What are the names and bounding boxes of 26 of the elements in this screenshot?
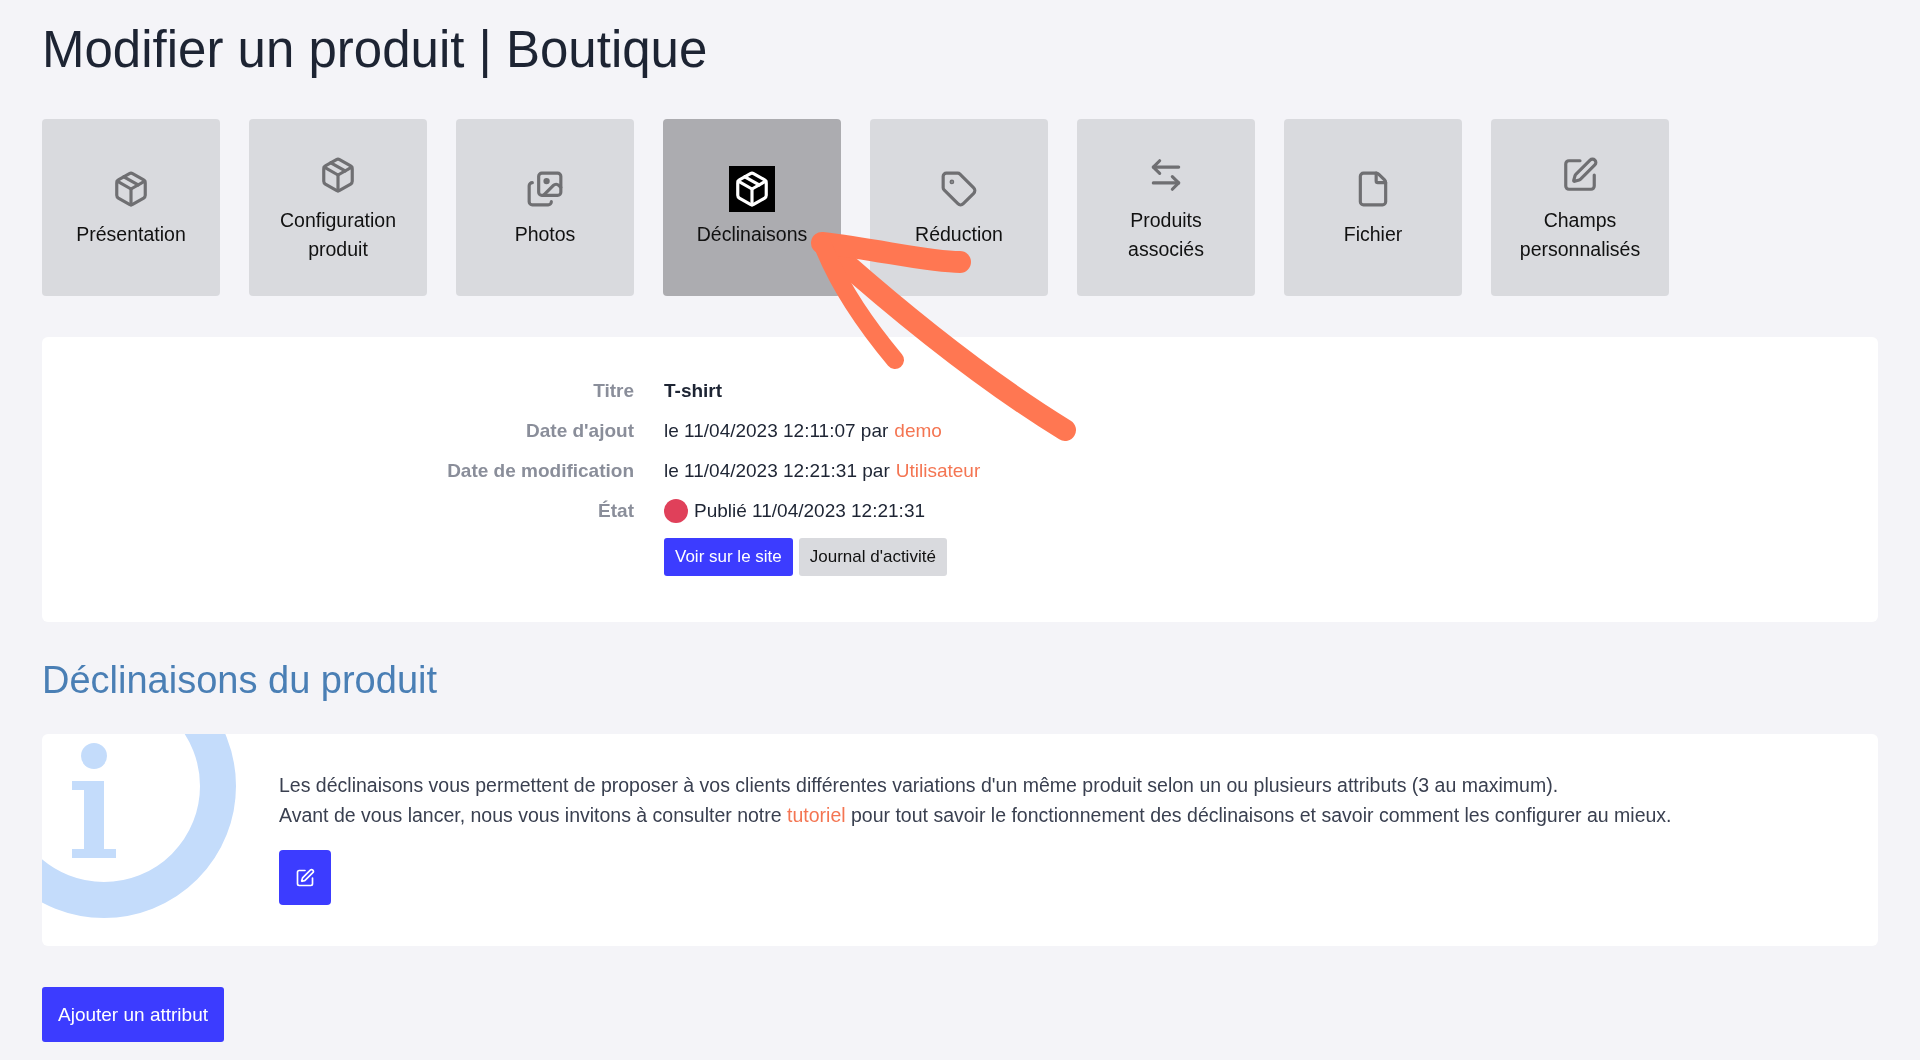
field-label: Date d'ajout	[525, 419, 634, 443]
info-text: Les déclinaisons vous permettent de proposer à vos clients différentes variations d'un même produit selon un ou plusieurs attributs (3 au maximum).	[279, 773, 1560, 798]
section-title: Déclinaisons du produit	[42, 658, 438, 702]
field-label: Titre	[592, 379, 634, 403]
tab[interactable]: Photos	[456, 119, 634, 296]
field-value: Publié 11/04/2023 12:21:31	[694, 499, 925, 523]
activity-log-button[interactable]: Journal d'activité	[798, 538, 947, 576]
edit-button[interactable]	[279, 850, 331, 905]
field-value: le 11/04/2023 12:21:31 par	[664, 459, 890, 483]
field-label: État	[597, 499, 634, 523]
add-attribute-button[interactable]: Ajouter un attribut	[42, 987, 224, 1042]
tab[interactable]: Déclinaisons	[663, 119, 841, 296]
tab[interactable]: Présentation	[42, 119, 220, 296]
field-label: Date de modification	[446, 459, 634, 483]
view-site-button[interactable]: Voir sur le site	[664, 538, 793, 576]
edit-icon	[295, 867, 315, 888]
tab[interactable]: Fichier	[1284, 119, 1462, 296]
field-value: le 11/04/2023 12:11:07 par	[664, 419, 889, 443]
tab[interactable]: Produits associés	[1077, 119, 1255, 296]
tab[interactable]: Champs personnalisés	[1491, 119, 1669, 296]
box-icon	[729, 166, 775, 212]
tab[interactable]: Configuration produit	[249, 119, 427, 296]
tab[interactable]: Réduction	[870, 119, 1048, 296]
info-text: Avant de vous lancer, nous vous invitons à consulter notre tutoriel pour tout savoir le fonctionnement des déclinaisons et savoir comment les configurer au mieux.	[279, 803, 1673, 828]
page-title: Modifier un produit | Boutique	[42, 22, 709, 78]
field-value: T-shirt	[664, 379, 724, 403]
